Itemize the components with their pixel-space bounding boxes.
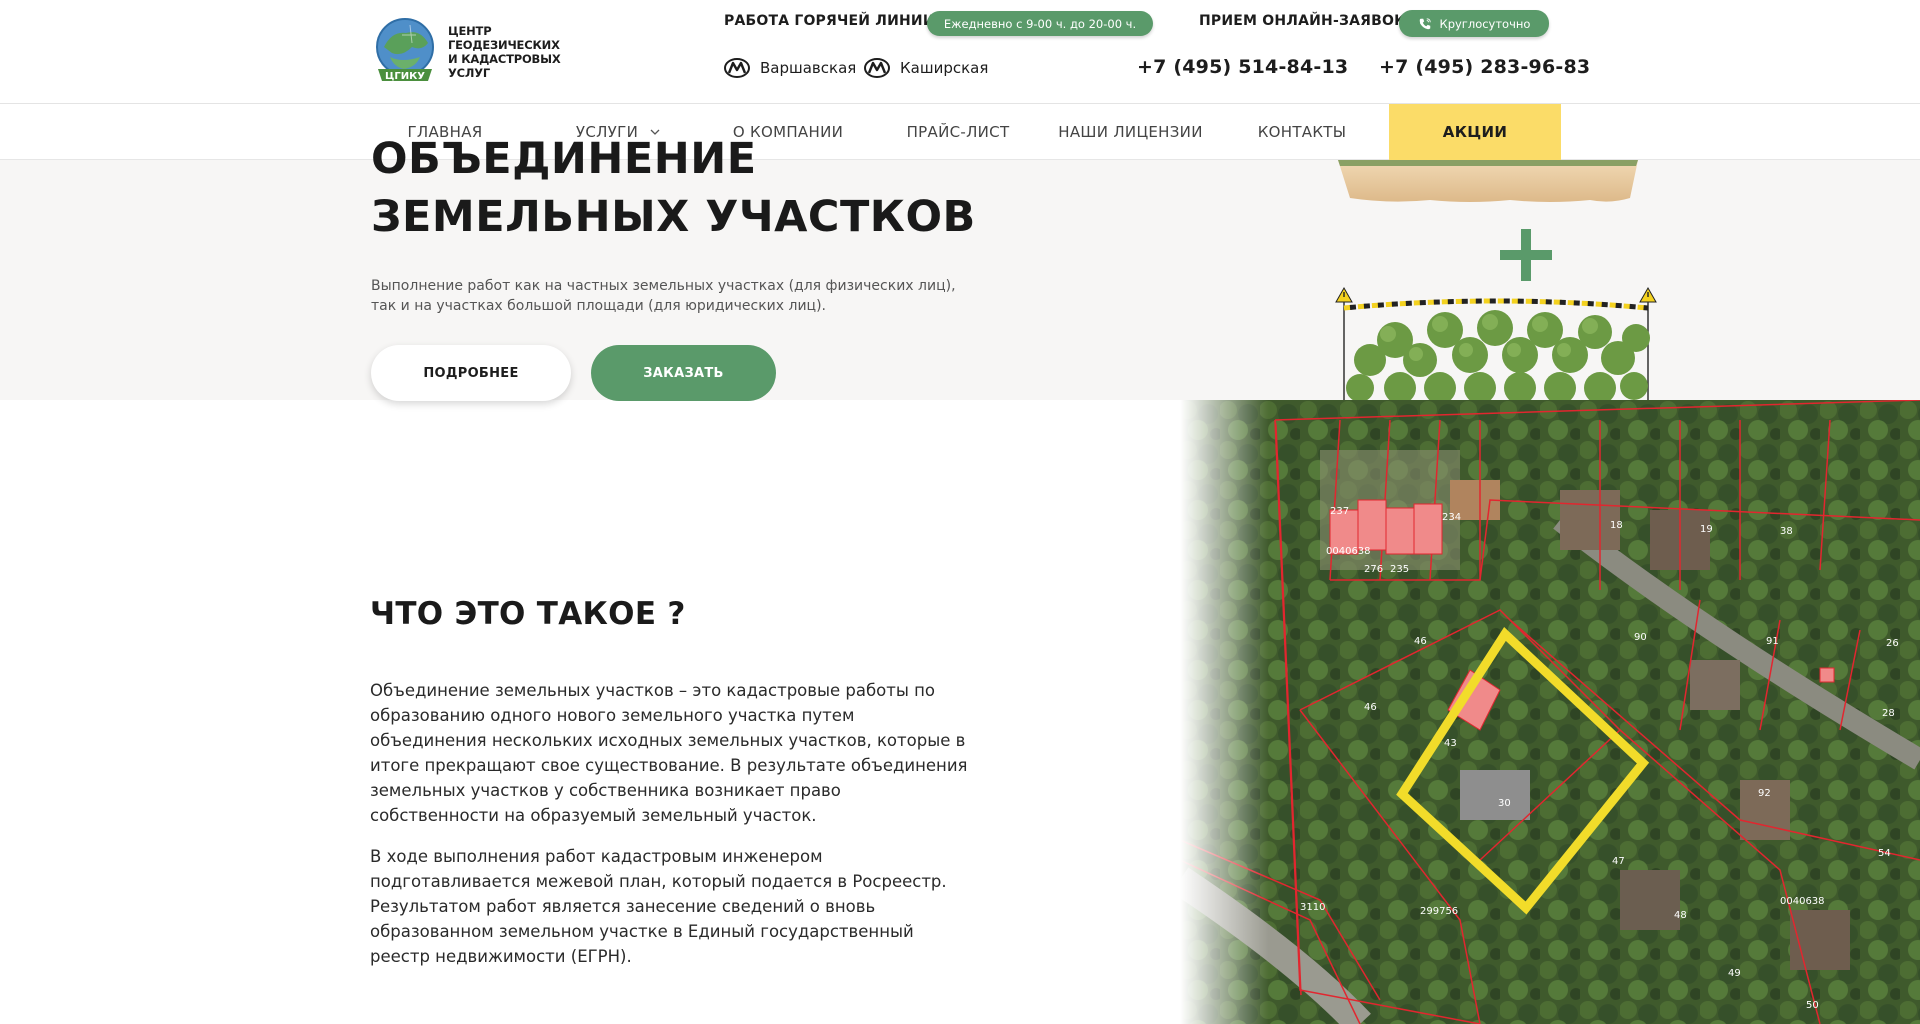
- hero-description: Выполнение работ как на частных земельны…: [371, 278, 956, 314]
- online-requests-label: ПРИЕМ ОНЛАЙН-ЗАЯВОК:: [1199, 13, 1412, 29]
- cadastral-map-image: 237 234 0040638 276 235 18 19 38 46 90 9…: [1180, 400, 1920, 1024]
- hotline-hours-badge: Ежедневно с 9-00 ч. до 20-00 ч.: [927, 11, 1153, 36]
- metro-station-1: Варшавская: [724, 58, 856, 78]
- description-paragraph-1: Объединение земельных участков – это кад…: [370, 681, 968, 825]
- logo-line-2: И КАДАСТРОВЫХ УСЛУГ: [448, 52, 561, 80]
- phone-icon: [1419, 17, 1431, 29]
- nav-item-label: КОНТАКТЫ: [1257, 123, 1347, 141]
- what-is-it-title: ЧТО ЭТО ТАКОЕ ?: [370, 596, 686, 632]
- phone-link-2[interactable]: +7 (495) 283-96-83: [1379, 56, 1590, 78]
- plus-icon: [1500, 229, 1552, 281]
- phone-link-1[interactable]: +7 (495) 514-84-13: [1137, 56, 1348, 78]
- metro-station-name: Каширская: [900, 59, 989, 77]
- hero-title-line-1: ОБЪЕДИНЕНИЕ: [371, 134, 757, 184]
- nav-item-contacts[interactable]: КОНТАКТЫ: [1232, 104, 1372, 160]
- metro-station-name: Варшавская: [760, 59, 857, 77]
- warning-sign-icon: [1335, 286, 1353, 303]
- logo-emblem-icon: ЦГИКУ: [372, 17, 442, 87]
- hotline-label: РАБОТА ГОРЯЧЕЙ ЛИНИИ:: [724, 13, 941, 29]
- hero-title: ОБЪЕДИНЕНИЕ ЗЕМЕЛЬНЫХ УЧАСТКОВ: [371, 130, 976, 246]
- header: ЦГИКУ ЦЕНТР ГЕОДЕЗИЧЕСКИХ И КАДАСТРОВЫХ …: [0, 0, 1920, 104]
- online-requests-button[interactable]: Круглосуточно: [1399, 10, 1549, 37]
- warning-sign-icon: [1639, 286, 1657, 303]
- order-button[interactable]: ЗАКАЗАТЬ: [591, 345, 776, 401]
- logo[interactable]: ЦГИКУ ЦЕНТР ГЕОДЕЗИЧЕСКИХ И КАДАСТРОВЫХ …: [372, 16, 602, 88]
- nav-item-licenses[interactable]: НАШИ ЛИЦЕНЗИИ: [1053, 104, 1208, 160]
- more-button[interactable]: ПОДРОБНЕЕ: [371, 345, 571, 401]
- metro-icon: [864, 58, 890, 78]
- nav-item-label: АКЦИИ: [1442, 123, 1508, 141]
- logo-line-1: ЦЕНТР ГЕОДЕЗИЧЕСКИХ: [448, 24, 560, 52]
- logo-text: ЦЕНТР ГЕОДЕЗИЧЕСКИХ И КАДАСТРОВЫХ УСЛУГ: [448, 24, 602, 80]
- land-plots-illustration: [1335, 160, 1657, 400]
- nav-item-promotions[interactable]: АКЦИИ: [1389, 104, 1561, 160]
- nav-item-label: НАШИ ЛИЦЕНЗИИ: [1058, 123, 1203, 141]
- online-hours-text: Круглосуточно: [1439, 16, 1531, 31]
- hero-title-line-2: ЗЕМЕЛЬНЫХ УЧАСТКОВ: [371, 192, 976, 242]
- description-paragraph-2: В ходе выполнения работ кадастровым инже…: [370, 847, 947, 966]
- metro-station-2: Каширская: [864, 58, 988, 78]
- logo-badge: ЦГИКУ: [385, 71, 425, 82]
- metro-icon: [724, 58, 750, 78]
